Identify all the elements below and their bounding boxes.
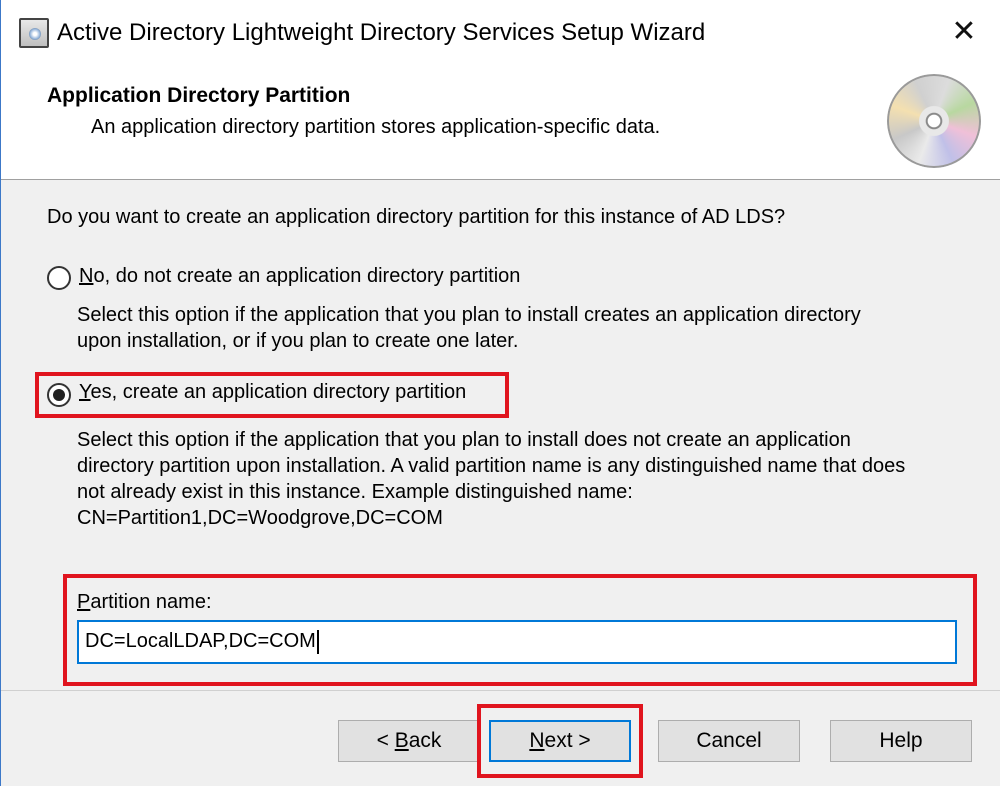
help-button[interactable]: Help: [830, 720, 972, 762]
setup-wizard-window: Active Directory Lightweight Directory S…: [0, 0, 1000, 786]
close-icon[interactable]: ✕: [939, 10, 989, 54]
partition-name-label: Partition name:: [77, 591, 212, 613]
window-title: Active Directory Lightweight Directory S…: [57, 19, 706, 46]
create-partition-description: Select this option if the application th…: [77, 429, 906, 529]
cd-disc-icon: [887, 74, 981, 168]
wizard-header: Application Directory Partition An appli…: [1, 66, 1000, 180]
setup-wizard-icon: [19, 18, 49, 48]
radio-no-partition[interactable]: [47, 266, 71, 290]
partition-question: Do you want to create an application dir…: [47, 206, 786, 228]
footer-divider: [1, 690, 1000, 691]
radio-create-partition-label[interactable]: Yes, create an application directory par…: [79, 381, 466, 404]
radio-create-partition[interactable]: [47, 383, 71, 407]
radio-no-partition-label[interactable]: No, do not create an application directo…: [79, 265, 520, 288]
title-bar[interactable]: Active Directory Lightweight Directory S…: [1, 0, 1000, 66]
cancel-button[interactable]: Cancel: [658, 720, 800, 762]
next-button[interactable]: Next >: [489, 720, 631, 762]
partition-name-input[interactable]: DC=LocalLDAP,DC=COM: [77, 620, 957, 664]
page-title: Application Directory Partition: [47, 84, 351, 107]
back-button[interactable]: < Back: [338, 720, 480, 762]
page-subtitle: An application directory partition store…: [91, 116, 661, 138]
no-partition-description: Select this option if the application th…: [77, 304, 861, 352]
